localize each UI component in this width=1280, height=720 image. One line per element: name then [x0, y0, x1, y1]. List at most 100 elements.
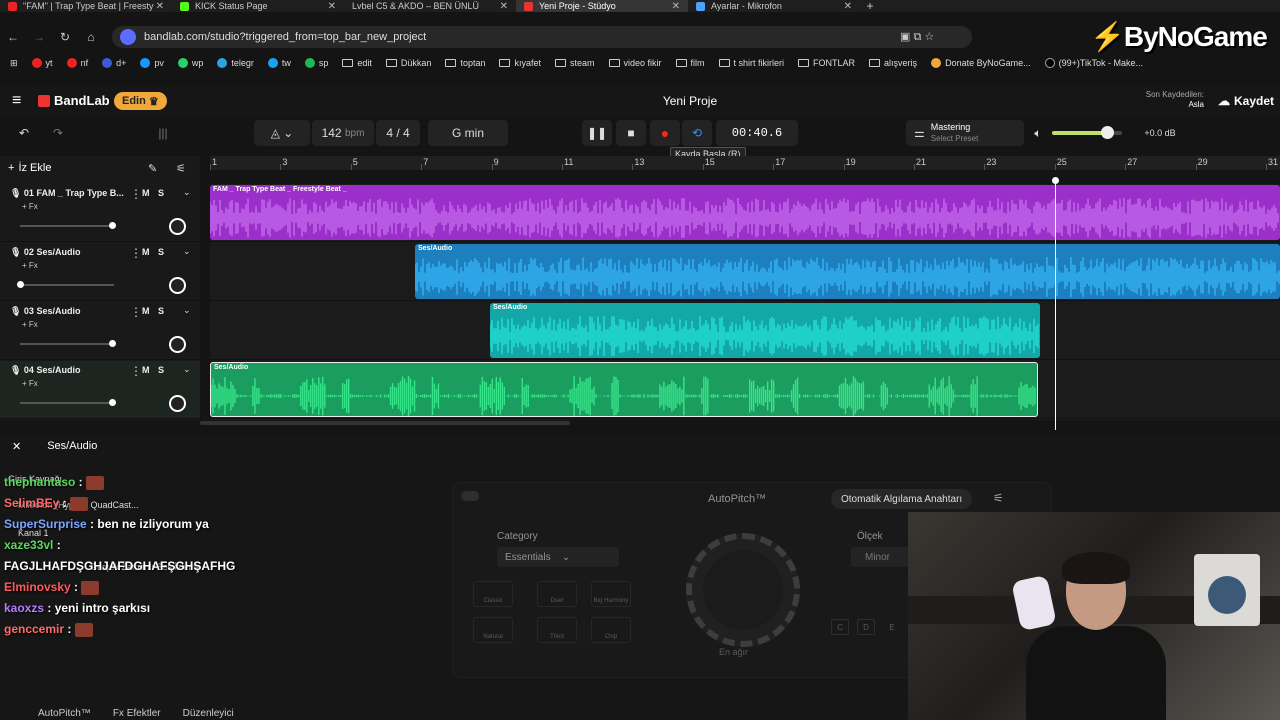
speaker-icon[interactable]: 🔈︎ [1028, 120, 1048, 146]
track-header[interactable]: 🎙 04 Ses/Audio + Fx M S ⋮ ⌄ [0, 361, 200, 419]
close-tab-icon[interactable]: ✕ [844, 1, 852, 12]
browser-tab-5[interactable]: Ayarlar - Mikrofon ✕ [688, 0, 860, 12]
master-volume-slider[interactable] [1052, 126, 1122, 139]
pencil-icon[interactable]: ✎ [148, 162, 157, 175]
bookmark[interactable]: nf [66, 58, 88, 68]
chevron-down-icon[interactable]: ⌄ [183, 364, 191, 375]
timeline-ruler[interactable]: 1 3 5 7 9 11 13 15 17 19 21 23 25 27 29 31 [210, 156, 1280, 170]
add-track-button[interactable]: + İz Ekle [8, 162, 51, 174]
project-title[interactable]: Yeni Proje [0, 94, 1280, 108]
auto-key-detect-button[interactable]: Otomatik Algılama Anahtarı [831, 489, 973, 509]
back-icon[interactable]: ← [0, 30, 26, 44]
bookmark[interactable]: (99+)TikTok - Make... [1044, 58, 1143, 68]
stop-button[interactable]: ■ [616, 120, 646, 146]
horizontal-scrollbar[interactable] [200, 421, 570, 425]
close-icon[interactable]: ✕ [12, 440, 21, 453]
mute-solo-buttons[interactable]: M S [142, 306, 164, 316]
track-lane[interactable]: FAM _ Trap Type Beat _ Freestyle Beat _ [210, 184, 1280, 242]
loop-icon[interactable]: ⟲ [682, 120, 712, 146]
audio-clip[interactable]: Ses/Audio [415, 244, 1280, 299]
track-name[interactable]: 🎙 01 FAM _ Trap Type B... [10, 188, 124, 199]
pan-knob[interactable] [169, 336, 186, 353]
track-volume-slider[interactable] [20, 340, 117, 347]
key-c[interactable]: C [831, 619, 849, 635]
close-tab-icon[interactable]: ✕ [328, 1, 336, 12]
track-name[interactable]: 🎙 03 Ses/Audio [10, 306, 80, 317]
bookmark-folder[interactable]: kıyafet [499, 58, 541, 68]
bookmark[interactable]: d+ [102, 58, 126, 68]
close-tab-icon[interactable]: ✕ [500, 1, 508, 12]
playhead[interactable] [1052, 177, 1059, 430]
settings-sliders-icon[interactable]: ⚟ [176, 162, 186, 175]
new-tab-button[interactable]: + [860, 0, 880, 13]
autopitch-toggle[interactable] [461, 491, 479, 501]
extension-icons[interactable]: ▣ ⧉ ☆ [900, 30, 934, 44]
more-icon[interactable]: ⋮ [130, 246, 142, 260]
metronome-button[interactable]: ◬ ⌄ [254, 120, 310, 146]
tempo-field[interactable]: 142 bpm [312, 120, 374, 146]
url-field[interactable]: bandlab.com/studio?triggered_from=top_ba… [112, 26, 972, 48]
autopitch-dial[interactable] [686, 533, 800, 647]
audio-clip[interactable]: Ses/Audio [490, 303, 1040, 358]
bookmark-folder[interactable]: video fikir [608, 58, 662, 68]
bookmark-folder[interactable]: t shirt fikirleri [718, 58, 784, 68]
chevron-down-icon[interactable]: ⌄ [183, 187, 191, 198]
key-selector[interactable]: G min [428, 120, 508, 146]
close-tab-icon[interactable]: ✕ [156, 1, 164, 12]
add-fx-button[interactable]: + Fx [22, 320, 38, 329]
apps-icon[interactable]: ⊞ [10, 58, 18, 69]
time-signature[interactable]: 4 / 4 [376, 120, 420, 146]
browser-tab-2[interactable]: KICK Status Page ✕ [172, 0, 344, 12]
track-lanes[interactable]: FAM _ Trap Type Beat _ Freestyle Beat _ S… [210, 184, 1280, 420]
mode-chip[interactable]: Chip [591, 617, 631, 643]
mode-third[interactable]: Third [537, 617, 577, 643]
bookmark[interactable]: Donate ByNoGame... [931, 58, 1031, 68]
bookmark-folder[interactable]: film [675, 58, 705, 68]
bookmark[interactable]: yt [31, 58, 53, 68]
mode-duet[interactable]: Duet [537, 581, 577, 607]
bookmark[interactable]: sp [304, 58, 328, 68]
bookmark-folder[interactable]: steam [554, 58, 595, 68]
track-volume-slider[interactable] [20, 222, 117, 229]
mode-big-harmony[interactable]: Big Harmony [591, 581, 631, 607]
pan-knob[interactable] [169, 395, 186, 412]
undo-icon[interactable]: ↶ [10, 120, 38, 146]
pan-knob[interactable] [169, 218, 186, 235]
track-name[interactable]: 🎙 02 Ses/Audio [10, 247, 80, 258]
track-lane[interactable]: Ses/Audio [210, 302, 1280, 360]
more-icon[interactable]: ⋮ [130, 187, 142, 201]
bookmark[interactable]: pv [140, 58, 164, 68]
track-header[interactable]: 🎙 02 Ses/Audio + Fx M S ⋮ ⌄ [0, 243, 200, 301]
bookmark-folder[interactable]: FONTLAR [798, 58, 855, 68]
scale-select[interactable]: Minor [851, 547, 911, 567]
browser-tab-4[interactable]: Yeni Proje - Stüdyo ✕ [516, 0, 688, 12]
close-tab-icon[interactable]: ✕ [672, 1, 680, 12]
mode-natural[interactable]: Natural [473, 617, 513, 643]
bookmark-folder[interactable]: edit [342, 58, 372, 68]
track-name[interactable]: 🎙 04 Ses/Audio [10, 365, 80, 376]
bookmark-folder[interactable]: alışveriş [869, 58, 917, 68]
add-fx-button[interactable]: + Fx [22, 261, 38, 270]
track-lane[interactable]: Ses/Audio [210, 361, 1280, 419]
add-fx-button[interactable]: + Fx [22, 379, 38, 388]
audio-clip[interactable]: FAM _ Trap Type Beat _ Freestyle Beat _ [210, 185, 1280, 240]
home-icon[interactable]: ⌂ [78, 30, 104, 44]
mute-solo-buttons[interactable]: M S [142, 188, 164, 198]
key-e[interactable]: E [883, 619, 901, 635]
record-button[interactable]: ● [650, 120, 680, 146]
save-button[interactable]: ☁ Kaydet [1212, 90, 1280, 112]
chevron-down-icon[interactable]: ⌄ [183, 246, 191, 257]
mastering-button[interactable]: ⚌ Mastering Select Preset [906, 120, 1024, 146]
bookmark[interactable]: tw [267, 58, 291, 68]
audio-clip[interactable]: Ses/Audio [210, 362, 1038, 417]
mute-solo-buttons[interactable]: M S [142, 247, 164, 257]
mixer-icon[interactable]: ||| [150, 120, 176, 146]
browser-tab-1[interactable]: "FAM" | Trap Type Beat | Freesty ✕ [0, 0, 172, 12]
pan-knob[interactable] [169, 277, 186, 294]
bookmark[interactable]: telegr [217, 58, 254, 68]
bookmark[interactable]: wp [177, 58, 203, 68]
track-header[interactable]: 🎙 03 Ses/Audio + Fx M S ⋮ ⌄ [0, 302, 200, 360]
track-header[interactable]: 🎙 01 FAM _ Trap Type B... + Fx M S ⋮ ⌄ [0, 184, 200, 242]
more-icon[interactable]: ⋮ [130, 305, 142, 319]
site-info-icon[interactable] [120, 29, 136, 45]
